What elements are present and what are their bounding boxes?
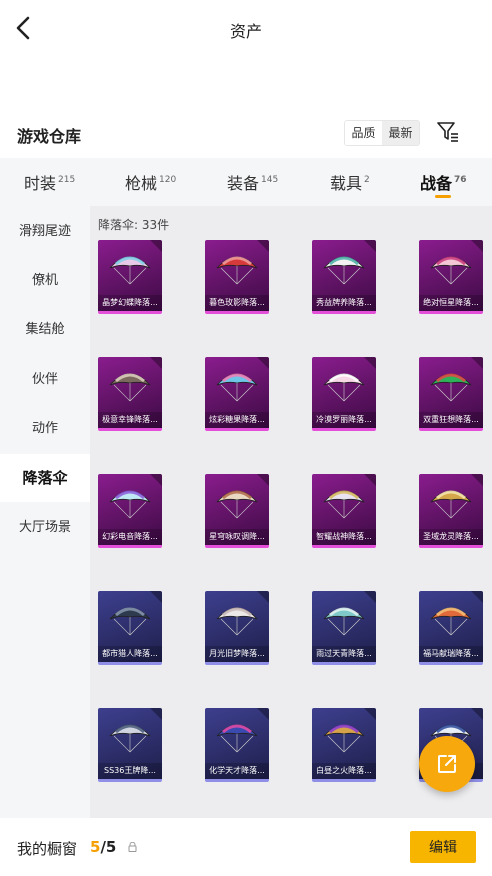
parachute-item-card[interactable]: 晶梦幻蝶降落... — [98, 240, 162, 314]
parachute-icon — [323, 490, 365, 519]
parachute-item-card[interactable]: 绝对恒星降落... — [419, 240, 483, 314]
lock-icon — [128, 842, 137, 852]
item-name: 绝对恒星降落... — [419, 295, 483, 311]
tab-combat-gear[interactable]: 战备 76 — [420, 170, 467, 194]
section-header: 游戏仓库 品质 最新 — [0, 116, 492, 152]
parachute-icon — [430, 256, 472, 285]
parachute-icon — [109, 724, 151, 753]
item-name: SS36王牌降... — [98, 763, 162, 779]
parachute-item-card[interactable]: SS36王牌降... — [98, 708, 162, 782]
sidebar-item-lobby-scene[interactable]: 大厅场景 — [0, 504, 90, 552]
bottom-bar: 我的橱窗 5/5 编辑 — [0, 818, 492, 876]
tab-fashion[interactable]: 时装 215 — [24, 170, 75, 194]
sidebar-item-wingman[interactable]: 僚机 — [0, 257, 90, 305]
parachute-icon — [109, 607, 151, 636]
item-name: 晶梦幻蝶降落... — [98, 295, 162, 311]
parachute-item-card[interactable]: 月光旧梦降落... — [205, 591, 269, 665]
parachute-item-card[interactable]: 冷漠罗丽降落... — [312, 357, 376, 431]
sort-by-quality-button[interactable]: 品质 — [345, 121, 382, 145]
item-name: 极意幸锋降落... — [98, 412, 162, 428]
item-name: 雨过天青降落... — [312, 646, 376, 662]
parachute-item-card[interactable]: 极意幸锋降落... — [98, 357, 162, 431]
parachute-item-card[interactable]: 暮色玫影降落... — [205, 240, 269, 314]
share-button[interactable] — [419, 736, 475, 792]
sidebar-item-parachute[interactable]: 降落伞 — [0, 454, 90, 502]
item-name: 圣域龙灵降落... — [419, 529, 483, 545]
parachute-item-card[interactable]: 双重狂想降落... — [419, 357, 483, 431]
page-title: 资产 — [229, 22, 262, 41]
parachute-icon — [216, 724, 258, 753]
parachute-item-card[interactable]: 炫彩糖果降落... — [205, 357, 269, 431]
parachute-icon — [430, 490, 472, 519]
item-name: 月光旧梦降落... — [205, 646, 269, 662]
parachute-item-card[interactable]: 白昼之火降落... — [312, 708, 376, 782]
item-name: 炫彩糖果降落... — [205, 412, 269, 428]
parachute-item-card[interactable]: 圣域龙灵降落... — [419, 474, 483, 548]
sort-by-latest-button[interactable]: 最新 — [382, 121, 419, 145]
item-name: 化学天才降落... — [205, 763, 269, 779]
sidebar-item-assembly-pod[interactable]: 集结舱 — [0, 306, 90, 354]
sidebar-item-emote[interactable]: 动作 — [0, 405, 90, 453]
sidebar: 滑翔尾迹 僚机 集结舱 伙伴 动作 降落伞 大厅场景 — [0, 206, 90, 818]
parachute-icon — [216, 256, 258, 285]
parachute-item-card[interactable]: 秀益牌养降落... — [312, 240, 376, 314]
active-tab-indicator — [435, 195, 451, 198]
parachute-item-card[interactable]: 星穹咏叹调降... — [205, 474, 269, 548]
item-name: 冷漠罗丽降落... — [312, 412, 376, 428]
item-name: 秀益牌养降落... — [312, 295, 376, 311]
parachute-item-card[interactable]: 幻彩电音降落... — [98, 474, 162, 548]
parachute-icon — [323, 256, 365, 285]
parachute-item-card[interactable]: 福马献瑞降落... — [419, 591, 483, 665]
top-bar: 资产 — [0, 0, 492, 56]
section-title: 游戏仓库 — [17, 127, 82, 146]
parachute-item-card[interactable]: 都市猎人降落... — [98, 591, 162, 665]
category-tabs: 时装 215 枪械 120 装备 145 载具 2 战备 76 — [0, 158, 492, 206]
item-name: 双重狂想降落... — [419, 412, 483, 428]
parachute-icon — [109, 490, 151, 519]
showcase-count: 5/5 — [90, 838, 117, 856]
sidebar-item-companion[interactable]: 伙伴 — [0, 356, 90, 404]
external-link-icon — [438, 755, 456, 773]
item-name: 白昼之火降落... — [312, 763, 376, 779]
parachute-icon — [323, 373, 365, 402]
parachute-icon — [109, 256, 151, 285]
item-name: 福马献瑞降落... — [419, 646, 483, 662]
parachute-item-card[interactable]: 化学天才降落... — [205, 708, 269, 782]
parachute-item-card[interactable]: 智耀战神降落... — [312, 474, 376, 548]
showcase-label: 我的橱窗 — [17, 840, 78, 858]
item-name: 幻彩电音降落... — [98, 529, 162, 545]
parachute-icon — [323, 724, 365, 753]
tab-vehicles[interactable]: 载具 2 — [330, 170, 370, 194]
filter-icon[interactable] — [436, 120, 460, 144]
parachute-icon — [216, 607, 258, 636]
item-name: 暮色玫影降落... — [205, 295, 269, 311]
item-name: 星穹咏叹调降... — [205, 529, 269, 545]
sort-toggle: 品质 最新 — [344, 120, 420, 146]
edit-button[interactable]: 编辑 — [410, 831, 476, 863]
parachute-icon — [216, 490, 258, 519]
parachute-icon — [323, 607, 365, 636]
parachute-icon — [430, 373, 472, 402]
tab-equipment[interactable]: 装备 145 — [227, 170, 278, 194]
item-grid: 降落伞: 33件 晶梦幻蝶降落... 暮色玫影降落... 秀益牌养降落... 绝对恒星… — [90, 206, 492, 818]
item-name: 智耀战神降落... — [312, 529, 376, 545]
parachute-item-card[interactable]: 雨过天青降落... — [312, 591, 376, 665]
parachute-icon — [109, 373, 151, 402]
parachute-icon — [216, 373, 258, 402]
tab-weapons[interactable]: 枪械 120 — [125, 170, 176, 194]
sidebar-item-glide-trail[interactable]: 滑翔尾迹 — [0, 208, 90, 256]
item-name: 都市猎人降落... — [98, 646, 162, 662]
item-count: 降落伞: 33件 — [98, 218, 170, 232]
parachute-icon — [430, 607, 472, 636]
